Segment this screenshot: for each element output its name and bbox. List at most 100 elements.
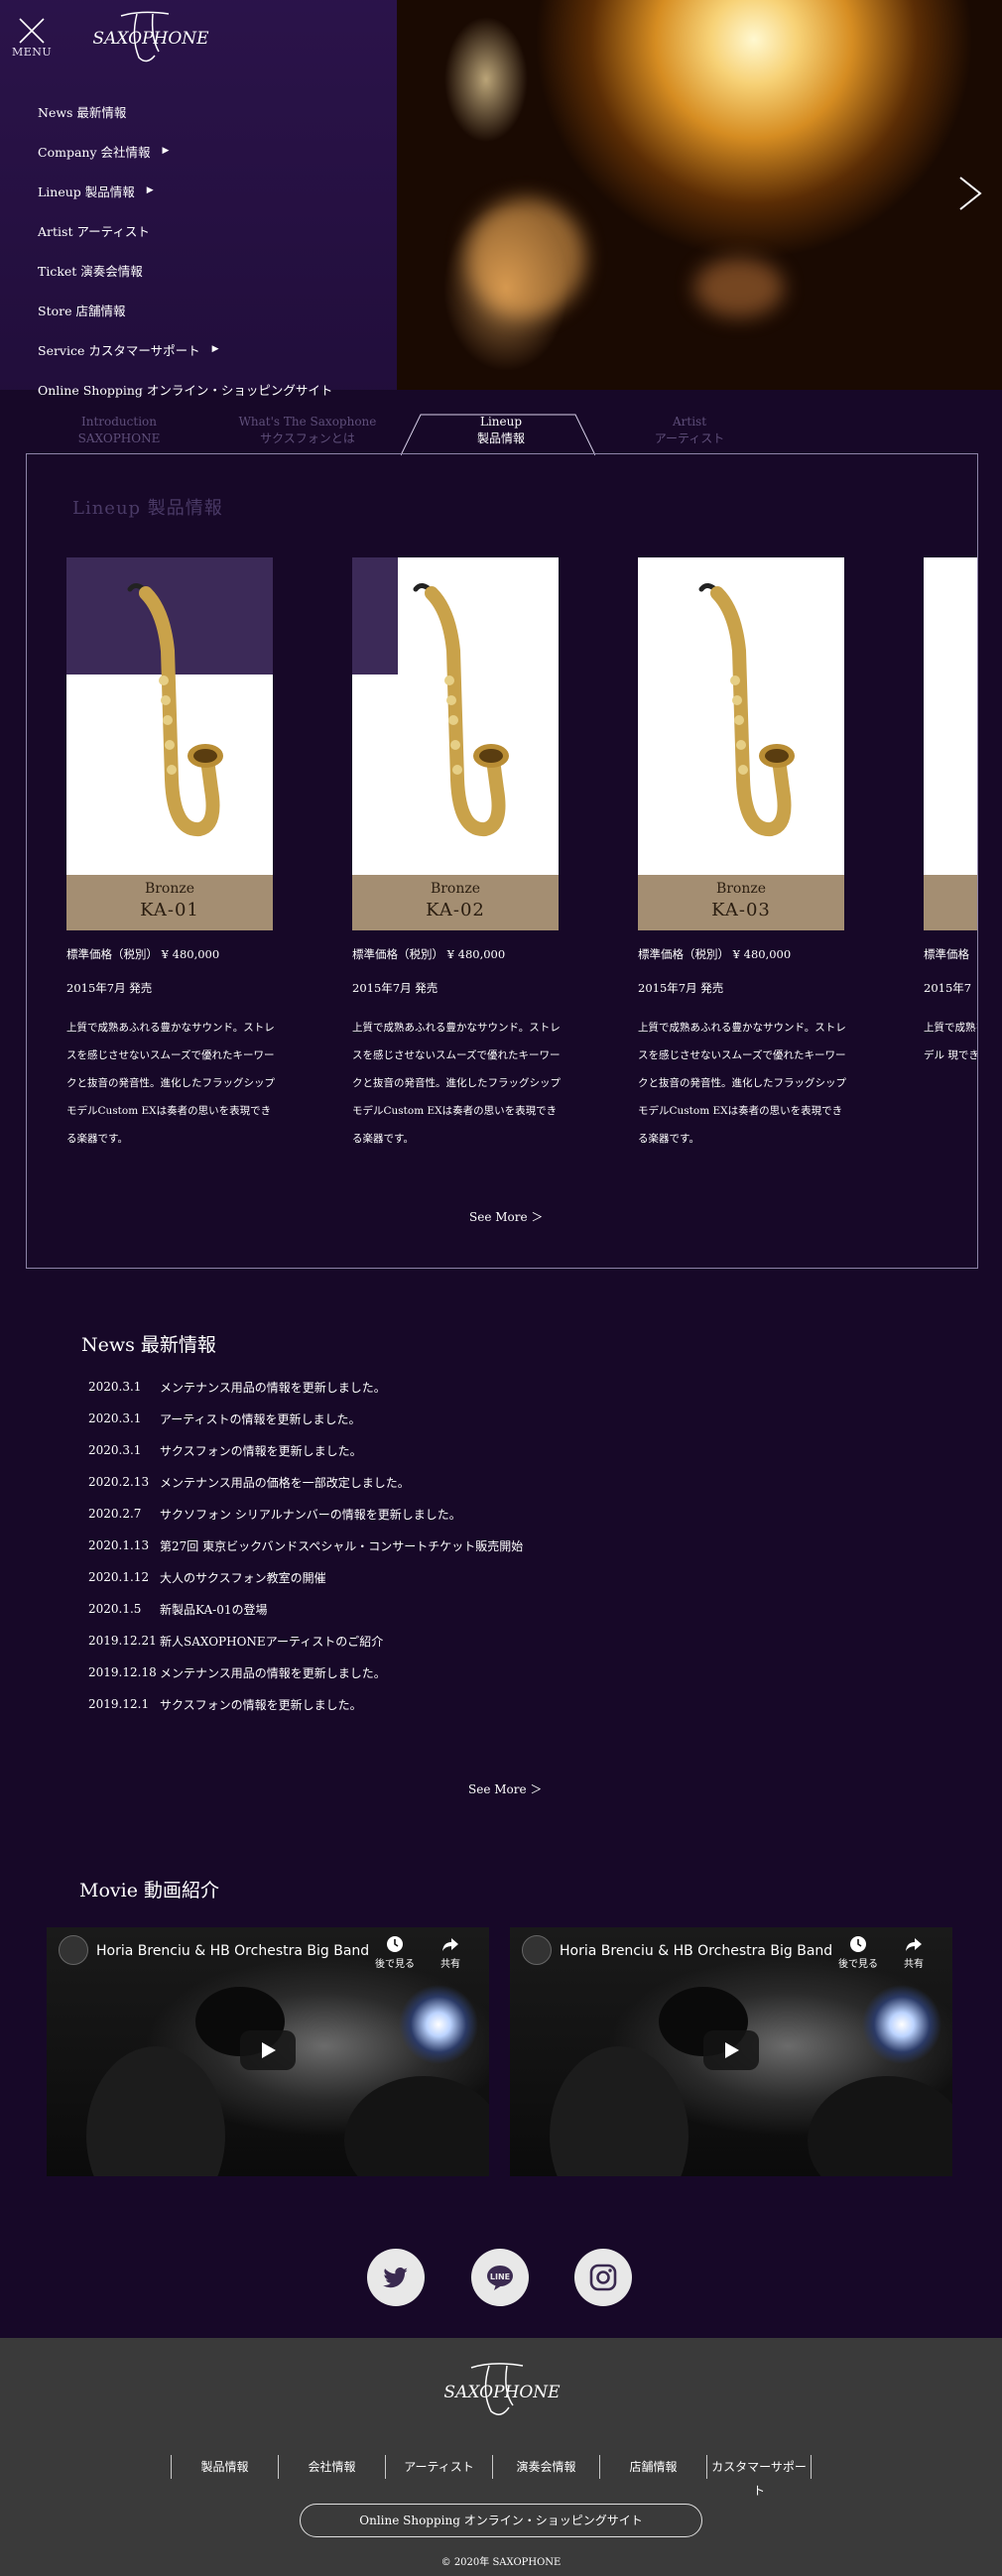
lineup-see-more-link[interactable]: See More ＞ bbox=[469, 1208, 543, 1225]
product-description: 上質で成熟あふれる豊かなサウンド。ストレスを感じさせないスムーズで優れたキーワー… bbox=[352, 1022, 561, 1145]
musician-figure bbox=[86, 2046, 225, 2176]
menu-button[interactable]: MENU bbox=[12, 14, 52, 59]
news-text: アーティストの情報を更新しました。 bbox=[160, 1411, 361, 1426]
product-card[interactable]: 標準価格 2015年7 上質で成熟をあ感じさ ワークと抜 シップモデル 現できる楽 bbox=[924, 557, 977, 1069]
product-release-date: 2015年7 bbox=[924, 981, 972, 995]
footer-nav-link[interactable]: 演奏会情報 bbox=[492, 2455, 599, 2479]
svg-text:SAXOPHONE: SAXOPHONE bbox=[92, 29, 209, 49]
channel-avatar[interactable] bbox=[522, 1935, 552, 1965]
tab-item[interactable]: Introduction SAXOPHONE bbox=[30, 409, 208, 456]
share-button[interactable]: 共有 bbox=[889, 1935, 939, 1970]
saxophone-photo bbox=[397, 0, 625, 390]
product-caption: Bronze KA-01 bbox=[66, 875, 273, 930]
tab-item[interactable]: Artist アーティスト bbox=[600, 409, 779, 456]
product-card[interactable]: Bronze KA-02 標準価格（税別） ¥ 480,000 2015年7月 発売上… bbox=[352, 557, 561, 1153]
product-image[interactable] bbox=[638, 557, 844, 875]
menu-item[interactable]: Company 会社情報 ▶ bbox=[38, 131, 332, 171]
product-price: 標準価格 bbox=[924, 947, 969, 961]
clock-icon bbox=[387, 1936, 403, 1952]
menu-item[interactable]: Artist アーティスト bbox=[38, 210, 332, 250]
tab-label-en: Artist bbox=[672, 415, 707, 429]
news-text: 第27回 東京ビックバンドスペシャル・コンサートチケット販売開始 bbox=[160, 1538, 524, 1553]
chevron-right-icon bbox=[959, 177, 982, 210]
share-label: 共有 bbox=[904, 1959, 924, 1970]
footer-nav-link[interactable]: 会社情報 bbox=[278, 2455, 385, 2479]
play-button[interactable] bbox=[240, 2030, 296, 2070]
news-item[interactable]: 2020.3.1 サクスフォンの情報を更新しました。 bbox=[88, 1434, 523, 1466]
news-title: News 最新情報 bbox=[81, 1334, 216, 1356]
menu-item[interactable]: News 最新情報 bbox=[38, 91, 332, 131]
saxophone-image bbox=[698, 583, 795, 836]
triangle-right-icon: ▶ bbox=[211, 344, 219, 354]
footer-nav-link[interactable]: アーティスト bbox=[385, 2455, 492, 2479]
menu-item-label: Company 会社情報 bbox=[38, 144, 151, 160]
news-item[interactable]: 2019.12.18 メンテナンス用品の情報を更新しました。 bbox=[88, 1656, 523, 1688]
section-tabs: Introduction SAXOPHONE What's The Saxophon… bbox=[0, 409, 1002, 456]
product-price: 標準価格（税別） ¥ 480,000 bbox=[66, 947, 220, 961]
light-blob bbox=[466, 198, 585, 317]
menu-item-label: Store 店舗情報 bbox=[38, 303, 126, 318]
clock-icon bbox=[850, 1936, 866, 1952]
product-image[interactable] bbox=[352, 557, 559, 875]
news-date: 2020.3.1 bbox=[88, 1443, 142, 1457]
news-item[interactable]: 2020.1.5 新製品KA-01の登場 bbox=[88, 1593, 523, 1625]
twitter-button[interactable] bbox=[367, 2249, 425, 2306]
product-caption: Bronze KA-02 bbox=[352, 875, 559, 930]
news-item[interactable]: 2020.3.1 アーティストの情報を更新しました。 bbox=[88, 1403, 523, 1434]
tab-label-en: What's The Saxophone bbox=[238, 415, 377, 429]
news-item[interactable]: 2020.1.12 大人のサクスフォン教室の開催 bbox=[88, 1561, 523, 1593]
news-item[interactable]: 2020.2.13 メンテナンス用品の価格を一部改定しました。 bbox=[88, 1466, 523, 1498]
product-card[interactable]: Bronze KA-01 標準価格（税別） ¥ 480,000 2015年7月 発売上… bbox=[66, 557, 275, 1153]
tab-label-ja: SAXOPHONE bbox=[77, 431, 161, 445]
news-see-more-link[interactable]: See More ＞ bbox=[468, 1780, 542, 1797]
menu-item-label: News 最新情報 bbox=[38, 104, 127, 120]
product-image[interactable] bbox=[66, 557, 273, 875]
news-date: 2020.2.13 bbox=[88, 1475, 150, 1489]
news-item[interactable]: 2019.12.1 サクスフォンの情報を更新しました。 bbox=[88, 1688, 523, 1720]
video-player[interactable]: Horia Brenciu & HB Orchestra Big Band - … bbox=[47, 1927, 489, 2176]
online-shopping-button[interactable]: Online Shopping オンライン・ショッピングサイト bbox=[300, 2504, 702, 2537]
watch-later-button[interactable]: 後で見る bbox=[833, 1935, 883, 1970]
news-text: サクソフォン シリアルナンバーの情報を更新しました。 bbox=[160, 1507, 461, 1522]
lineup-section: Lineup 製品情報 Bronze KA-01 標準価格（税別） ¥ 480,00… bbox=[26, 453, 978, 1269]
triangle-right-icon: ▶ bbox=[146, 185, 154, 195]
menu-item[interactable]: Online Shopping オンライン・ショッピングサイト bbox=[38, 369, 332, 409]
news-item[interactable]: 2020.1.13 第27回 東京ビックバンドスペシャル・コンサートチケット販売開… bbox=[88, 1530, 523, 1561]
footer-nav-link[interactable]: カスタマーサポート bbox=[706, 2455, 812, 2498]
logo[interactable]: SAXOPHONE bbox=[91, 8, 210, 67]
video-player[interactable]: Horia Brenciu & HB Orchestra Big Band - … bbox=[510, 1927, 952, 2176]
close-icon bbox=[19, 18, 45, 44]
product-card[interactable]: Bronze KA-03 標準価格（税別） ¥ 480,000 2015年7月 発売上… bbox=[638, 557, 846, 1153]
channel-avatar[interactable] bbox=[59, 1935, 88, 1965]
product-series: Bronze bbox=[430, 881, 481, 897]
news-date: 2020.3.1 bbox=[88, 1380, 142, 1394]
product-image[interactable] bbox=[924, 557, 977, 875]
share-button[interactable]: 共有 bbox=[426, 1935, 475, 1970]
watch-later-button[interactable]: 後で見る bbox=[370, 1935, 420, 1970]
play-button[interactable] bbox=[703, 2030, 759, 2070]
tab-item[interactable]: Lineup 製品情報 bbox=[412, 409, 590, 456]
slider-next-button[interactable] bbox=[956, 174, 984, 213]
instagram-icon bbox=[589, 2264, 617, 2291]
video-title[interactable]: Horia Brenciu & HB Orchestra Big Band - … bbox=[560, 1943, 837, 1959]
page: MENU SAXOPHONE News 最新情報 Company 会社情報 ▶ Lin… bbox=[0, 0, 1002, 2576]
footer-nav-link[interactable]: 製品情報 bbox=[171, 2455, 278, 2479]
tab-label-en: Introduction bbox=[81, 415, 157, 429]
product-model: KA-03 bbox=[711, 900, 771, 920]
svg-text:LINE: LINE bbox=[490, 2272, 510, 2281]
line-button[interactable]: LINE bbox=[471, 2249, 529, 2306]
news-date: 2019.12.21 bbox=[88, 1634, 157, 1648]
menu-item[interactable]: Service カスタマーサポート ▶ bbox=[38, 329, 332, 369]
news-item[interactable]: 2020.2.7 サクソフォン シリアルナンバーの情報を更新しました。 bbox=[88, 1498, 523, 1530]
news-item[interactable]: 2020.3.1 メンテナンス用品の情報を更新しました。 bbox=[88, 1371, 523, 1403]
news-item[interactable]: 2019.12.21 新人SAXOPHONEアーティストのご紹介 bbox=[88, 1625, 523, 1656]
tab-item[interactable]: What's The Saxophone サクスフォンとは bbox=[218, 409, 397, 456]
footer-logo[interactable]: SAXOPHONE bbox=[443, 2358, 561, 2421]
menu-item[interactable]: Store 店舗情報 bbox=[38, 290, 332, 329]
menu-item[interactable]: Ticket 演奏会情報 bbox=[38, 250, 332, 290]
video-title[interactable]: Horia Brenciu & HB Orchestra Big Band - … bbox=[96, 1943, 374, 1959]
menu-item[interactable]: Lineup 製品情報 ▶ bbox=[38, 171, 332, 210]
news-text: 新製品KA-01の登場 bbox=[160, 1602, 268, 1617]
instagram-button[interactable] bbox=[574, 2249, 632, 2306]
footer-nav-link[interactable]: 店舗情報 bbox=[599, 2455, 706, 2479]
